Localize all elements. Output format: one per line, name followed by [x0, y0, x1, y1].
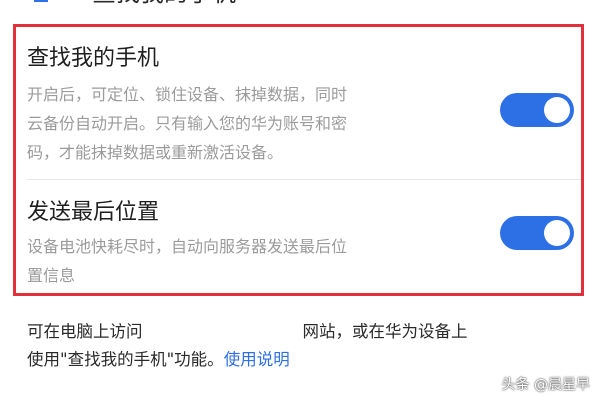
setting-title: 查找我的手机 — [27, 46, 160, 71]
setting-description: 设备电池快耗尽时，自动向服务器发送最后位 置信息 — [27, 232, 467, 290]
footer-line-2: 使用"查找我的手机"功能。使用说明 — [27, 346, 587, 374]
find-my-phone-toggle[interactable] — [500, 93, 574, 127]
description-line: 云备份自动开启。只有输入您的华为账号和密 — [27, 114, 348, 133]
setting-description: 开启后，可定位、锁住设备、抹掉数据，同时 云备份自动开启。只有输入您的华为账号和… — [27, 80, 467, 167]
setting-title: 发送最后位置 — [27, 200, 160, 225]
divider — [27, 179, 581, 180]
top-header: 查找我的手机 — [0, 0, 600, 8]
footer-text: 可在电脑上访问 — [27, 322, 143, 341]
footer-text: 网站，或在华为设备上 — [302, 322, 468, 341]
description-line: 置信息 — [27, 266, 76, 285]
watermark: 头条 @晨星早 — [501, 377, 590, 393]
footer-line-1: 可在电脑上访问 网站，或在华为设备上 — [27, 318, 587, 346]
usage-instructions-link[interactable]: 使用说明 — [224, 350, 290, 369]
settings-page: 查找我的手机 查找我的手机 开启后，可定位、锁住设备、抹掉数据，同时 云备份自动… — [0, 0, 600, 400]
footer-info: 可在电脑上访问 网站，或在华为设备上 使用"查找我的手机"功能。使用说明 — [27, 318, 587, 374]
footer-text: 使用"查找我的手机"功能。 — [27, 350, 224, 369]
description-line: 设备电池快耗尽时，自动向服务器发送最后位 — [27, 237, 348, 256]
description-line: 码，才能抹掉数据或重新激活设备。 — [27, 143, 284, 162]
setting-send-last-location: 发送最后位置 设备电池快耗尽时，自动向服务器发送最后位 置信息 — [27, 198, 583, 290]
toggle-knob — [544, 220, 570, 246]
page-title: 查找我的手机 — [92, 0, 236, 8]
send-last-location-toggle[interactable] — [500, 216, 574, 250]
toggle-knob — [544, 97, 570, 123]
description-line: 开启后，可定位、锁住设备、抹掉数据，同时 — [27, 85, 348, 104]
back-arrow-icon[interactable] — [34, 0, 48, 2]
